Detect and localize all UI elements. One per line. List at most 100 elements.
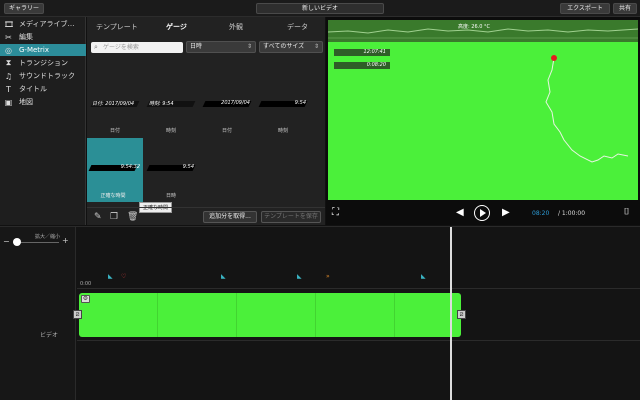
tab-data[interactable]: データ (287, 22, 308, 32)
timeline-lanes: ◣ ♡ ◣ ◣ » ◣ 0:00 ⚙ ⧄ ⧄ (73, 227, 640, 400)
search-placeholder: ゲージを検索 (103, 44, 139, 51)
play-button[interactable] (474, 205, 490, 221)
gauge-thumb[interactable]: 時刻: 9:54 時刻 (145, 77, 197, 134)
timeline: 拡大／縮小 − + ビデオ ◣ ♡ ◣ ◣ » ◣ 0:00 ⚙ ⧄ ⧄ (0, 226, 640, 400)
timeline-zero: 0:00 (80, 281, 92, 287)
duplicate-icon[interactable]: ❐ (110, 212, 118, 222)
gauge-thumb[interactable]: 9:54 日時 (145, 138, 197, 199)
tab-gauges[interactable]: ゲージ (166, 22, 187, 32)
clip-frame-divider (394, 293, 395, 337)
gauge-thumb[interactable]: 2017/09/04 日付 (201, 77, 253, 134)
video-track-label: ビデオ (40, 332, 59, 339)
gauge-browser: テンプレート ゲージ 外観 データ ⌕ ゲージを検索 日時 ⇕ すべてのサイズ … (87, 17, 325, 225)
map-icon: ▣ (4, 97, 13, 107)
gauge-caption: 日付 (109, 128, 120, 134)
gauge-marker-icon[interactable]: ◣ (297, 273, 302, 280)
clip-end-handle[interactable]: ⧄ (457, 310, 466, 319)
gmetrix-icon: ◎ (5, 45, 12, 55)
gauge-value: 日付: 2017/09/04 (92, 101, 135, 107)
transition-marker-icon[interactable]: » (326, 273, 330, 280)
gauge-thumb[interactable]: 9:54 時刻 (257, 77, 309, 134)
sidebar-item-soundtrack[interactable]: ♫ サウンドトラック (0, 70, 86, 82)
sidebar-item-label: 編集 (19, 33, 33, 41)
gauge-caption: 日時 (165, 193, 176, 199)
music-note-icon: ♫ (4, 71, 13, 81)
sidebar-item-label: トランジション (19, 59, 68, 67)
share-button[interactable]: 共有 (613, 3, 637, 14)
pencil-icon[interactable]: ✎ (94, 212, 102, 222)
video-viewer: 高度: 26.0 °C 12:07:41 0:08:20 ⛶ ◀ ▶ 08:20… (326, 17, 640, 225)
chevron-updown-icon: ⇕ (246, 43, 252, 50)
clip-settings-icon[interactable]: ⚙ (81, 295, 90, 303)
tab-appearance[interactable]: 外観 (229, 22, 243, 32)
route-position-marker (551, 55, 557, 61)
current-time: 08:20 (532, 210, 550, 217)
sidebar-item-label: サウンドトラック (19, 72, 75, 80)
gauge-marker-icon[interactable]: ◣ (421, 273, 426, 280)
camera-icon[interactable]: ⌷ (624, 207, 629, 217)
size-dropdown[interactable]: すべてのサイズ ⇕ (259, 41, 323, 53)
zoom-in-icon[interactable]: + (62, 236, 69, 245)
sidebar-item-titles[interactable]: T タイトル (0, 83, 86, 95)
sidebar-item-label: タイトル (19, 85, 47, 93)
clip-frame-divider (315, 293, 316, 337)
gauge-search-input[interactable]: ⌕ ゲージを検索 (91, 42, 183, 53)
skip-forward-icon[interactable]: ▶ (502, 207, 510, 218)
zoom-label: 拡大／縮小 (35, 234, 61, 240)
playhead[interactable] (450, 227, 452, 400)
gauge-caption: 正確な時間 (100, 193, 126, 199)
project-title[interactable]: 新しいビデオ (256, 3, 384, 14)
chevron-updown-icon: ⇕ (313, 43, 319, 50)
gauge-caption: 日付 (221, 128, 232, 134)
export-button[interactable]: エクスポート (560, 3, 610, 14)
total-time: / 1:00:00 (558, 210, 586, 217)
sidebar-item-gmetrix[interactable]: ◎ G-Metrix (0, 44, 86, 56)
zoom-out-icon[interactable]: − (3, 237, 10, 246)
sidebar-item-label: 地図 (19, 98, 33, 106)
filter-dropdown[interactable]: 日時 ⇕ (186, 41, 256, 53)
lane-divider (77, 288, 640, 289)
browser-tabs: テンプレート ゲージ 外観 データ (87, 17, 325, 37)
gauge-value: 9:54:32 (120, 164, 140, 170)
search-icon: ⌕ (94, 43, 98, 51)
skip-back-icon[interactable]: ◀ (456, 207, 464, 218)
sidebar-item-label: G-Metrix (19, 46, 50, 54)
gauge-marker-icon[interactable]: ◣ (221, 273, 226, 280)
film-icon: 🎞 (4, 19, 15, 29)
sidebar-item-edit[interactable]: ✂ 編集 (0, 31, 86, 43)
gauge-value: 9:54 (182, 164, 194, 170)
clip-frame-divider (236, 293, 237, 337)
filter-value: 日時 (190, 43, 203, 50)
gauge-value: 2017/09/04 (221, 100, 250, 106)
sidebar-item-transitions[interactable]: ⧗ トランジション (0, 57, 86, 69)
save-template-button[interactable]: テンプレートを保存 (261, 211, 321, 223)
size-value: すべてのサイズ (263, 43, 305, 50)
title-t-icon: T (6, 84, 11, 94)
get-more-button[interactable]: 追加分を取得... (203, 211, 257, 223)
gauge-thumb[interactable]: 日付: 2017/09/04 日付 (89, 77, 141, 134)
gauge-thumb-selected[interactable]: 9:54:32 正確な時間 (87, 138, 143, 202)
fullscreen-icon[interactable]: ⛶ (332, 207, 339, 218)
scissors-icon: ✂ (5, 32, 12, 42)
sidebar-item-map[interactable]: ▣ 地図 (0, 96, 86, 108)
gauge-value: 9:54 (294, 100, 306, 106)
tab-templates[interactable]: テンプレート (96, 22, 138, 32)
route-map (545, 55, 629, 163)
video-controls: ⛶ ◀ ▶ 08:20 / 1:00:00 ⌷ (326, 203, 640, 225)
gallery-button[interactable]: ギャラリー (4, 3, 44, 14)
video-clip[interactable]: ⚙ (79, 293, 461, 337)
gauge-caption: 時刻 (277, 128, 288, 134)
gauge-marker-icon[interactable]: ◣ (108, 273, 113, 280)
sidebar-item-label: メディアライブ… (19, 20, 75, 28)
heart-marker-icon[interactable]: ♡ (121, 273, 126, 280)
lane-divider (77, 340, 640, 341)
zoom-slider-knob[interactable] (13, 238, 21, 246)
gauge-value: 時刻: 9:54 (149, 101, 174, 107)
trash-icon[interactable]: 🗑 (127, 212, 138, 222)
gauge-caption: 時刻 (165, 128, 176, 134)
video-preview[interactable]: 高度: 26.0 °C 12:07:41 0:08:20 (328, 20, 638, 200)
clip-start-handle[interactable]: ⧄ (73, 310, 82, 319)
sidebar-item-media-library[interactable]: 🎞 メディアライブ… (0, 18, 86, 30)
timeline-header: 拡大／縮小 − + ビデオ (0, 227, 76, 400)
top-bar: ギャラリー 新しいビデオ エクスポート 共有 (0, 0, 640, 17)
